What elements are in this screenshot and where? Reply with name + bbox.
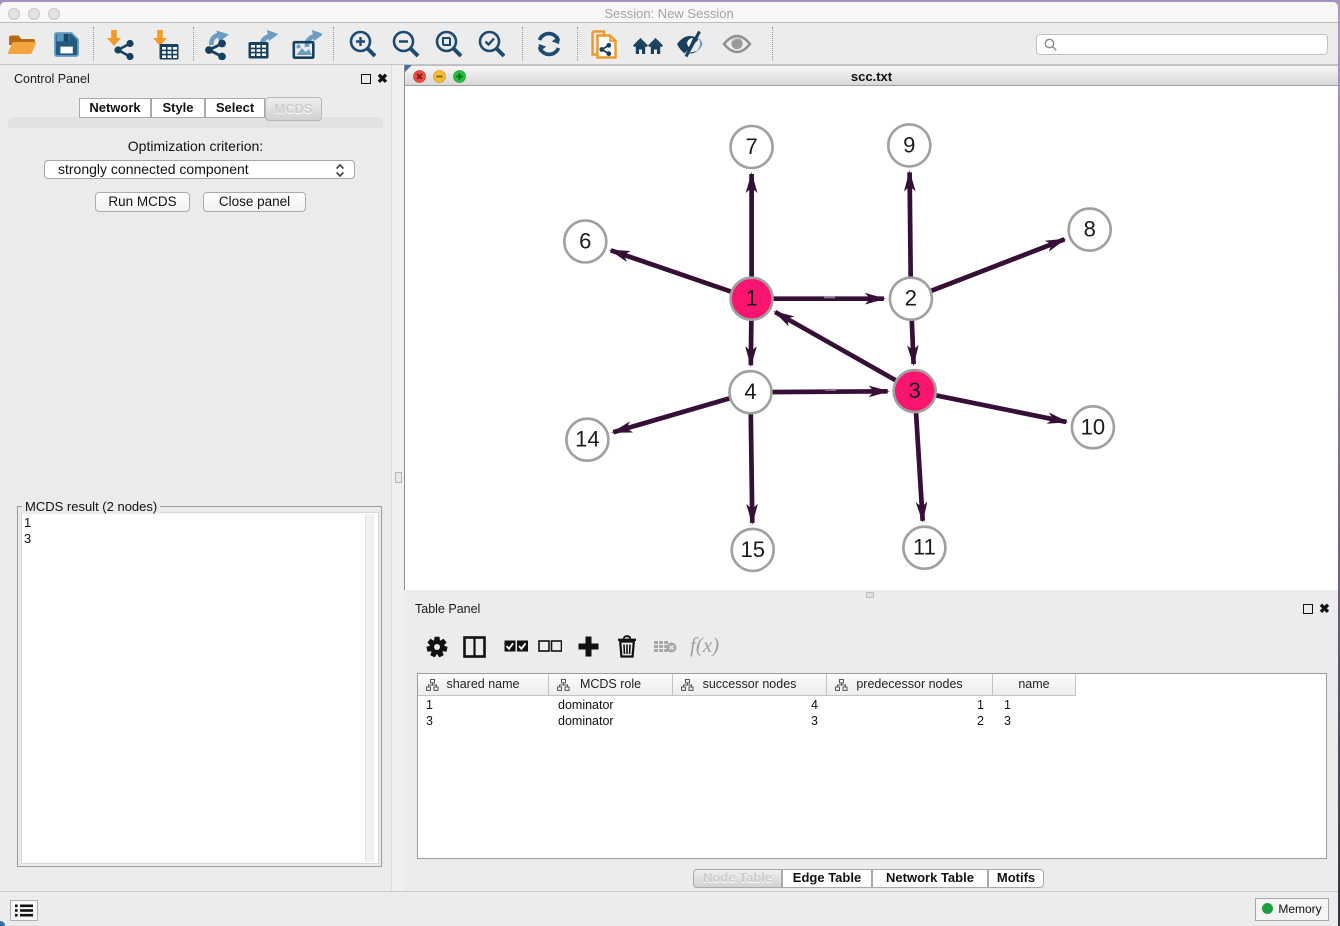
- svg-text:10: 10: [1081, 414, 1105, 439]
- svg-text:9: 9: [903, 132, 915, 157]
- svg-text:7: 7: [745, 134, 757, 159]
- svg-text:15: 15: [740, 537, 764, 562]
- svg-text:14: 14: [575, 427, 599, 452]
- svg-text:3: 3: [909, 378, 921, 403]
- svg-text:1: 1: [745, 286, 757, 311]
- svg-text:11: 11: [913, 535, 936, 560]
- svg-text:2: 2: [905, 286, 917, 311]
- svg-text:8: 8: [1084, 217, 1096, 242]
- svg-text:6: 6: [579, 229, 591, 254]
- svg-text:4: 4: [744, 379, 756, 404]
